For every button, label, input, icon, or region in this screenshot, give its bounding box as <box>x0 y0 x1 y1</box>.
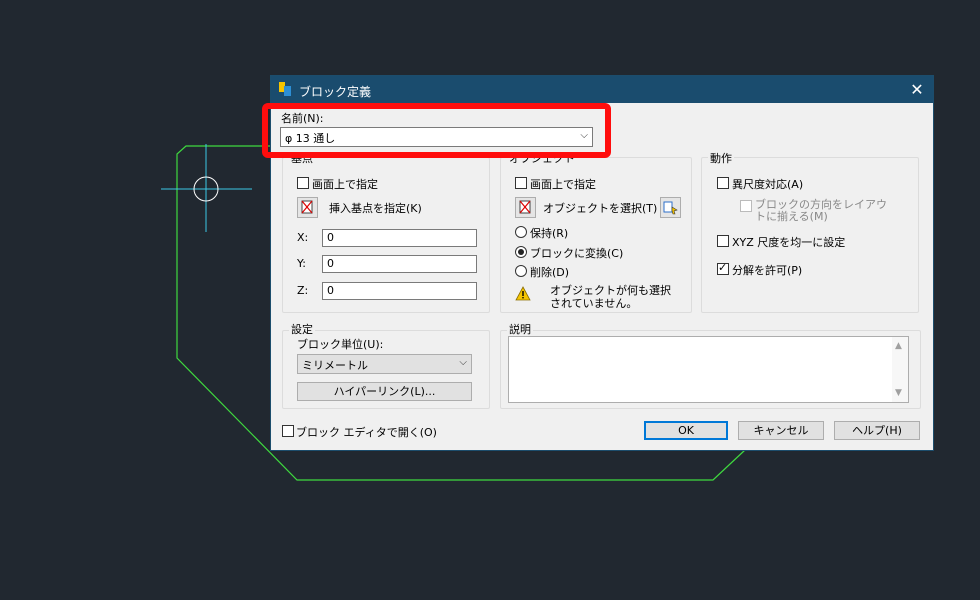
z-input[interactable]: 0 <box>322 282 477 300</box>
warning-text: オブジェクトが何も選択されていません。 <box>550 284 671 310</box>
x-label: X: <box>297 231 309 244</box>
allow-exploding-label: 分解を許可(P) <box>732 264 803 277</box>
objects-specify-checkbox[interactable] <box>515 177 527 189</box>
pick-point-button[interactable] <box>297 197 318 218</box>
close-icon: ✕ <box>910 80 924 99</box>
match-orientation-label: ブロックの方向をレイアウトに揃える(M) <box>755 198 887 223</box>
annotative-checkbox[interactable] <box>717 177 729 189</box>
unit-value: ミリメートル <box>302 359 368 372</box>
description-scrollbar[interactable]: ▲ ▼ <box>892 337 908 402</box>
open-in-editor-label: ブロック エディタで開く(O) <box>296 426 437 439</box>
select-objects-button[interactable] <box>515 197 536 218</box>
description-textarea[interactable]: ▲ ▼ <box>508 336 909 403</box>
unit-label: ブロック単位(U): <box>297 338 384 351</box>
x-input[interactable]: 0 <box>322 229 477 247</box>
help-button[interactable]: ヘルプ(H) <box>834 421 920 440</box>
retain-radio[interactable] <box>515 226 527 238</box>
delete-radio[interactable] <box>515 265 527 277</box>
match-orientation-checkbox[interactable] <box>740 200 752 212</box>
convert-label: ブロックに変換(C) <box>530 247 624 260</box>
quick-select-button[interactable] <box>660 197 681 218</box>
cancel-button[interactable]: キャンセル <box>738 421 824 440</box>
y-input[interactable]: 0 <box>322 255 477 273</box>
annotative-label: 異尺度対応(A) <box>732 178 804 191</box>
delete-label: 削除(D) <box>530 266 570 279</box>
select-objects-label: オブジェクトを選択(T) <box>543 202 658 215</box>
base-specify-checkbox[interactable] <box>297 177 309 189</box>
description-title: 説明 <box>507 321 533 337</box>
block-app-icon <box>279 82 291 96</box>
hyperlink-button[interactable]: ハイパーリンク(L)... <box>297 382 472 401</box>
settings-title: 設定 <box>289 321 315 337</box>
open-in-editor-checkbox[interactable] <box>282 425 294 437</box>
close-button[interactable]: ✕ <box>907 80 927 100</box>
dialog-title: ブロック定義 <box>299 85 372 99</box>
quick-select-icon <box>663 201 678 215</box>
base-specify-label: 画面上で指定 <box>312 178 378 191</box>
title-bar: ブロック定義 ✕ <box>271 76 933 103</box>
unit-dropdown[interactable]: ミリメートル ⌵ <box>297 354 472 374</box>
select-objects-icon <box>519 200 531 214</box>
pick-point-icon <box>301 200 313 214</box>
scroll-down-icon[interactable]: ▼ <box>895 388 902 398</box>
annotation-highlight-box <box>262 103 611 158</box>
warning-icon <box>515 286 531 301</box>
z-label: Z: <box>297 284 309 297</box>
ok-button[interactable]: OK <box>644 421 728 440</box>
convert-radio[interactable] <box>515 246 527 258</box>
scroll-up-icon[interactable]: ▲ <box>895 341 902 351</box>
scale-uniformly-label: XYZ 尺度を均一に設定 <box>732 236 846 249</box>
retain-label: 保持(R) <box>530 227 569 240</box>
allow-exploding-checkbox[interactable] <box>717 261 729 275</box>
y-label: Y: <box>297 257 306 270</box>
objects-specify-label: 画面上で指定 <box>530 178 596 191</box>
scale-uniformly-checkbox[interactable] <box>717 235 729 247</box>
pick-point-label: 挿入基点を指定(K) <box>329 202 422 215</box>
chevron-down-icon[interactable]: ⌵ <box>459 357 467 368</box>
behavior-title: 動作 <box>708 150 734 166</box>
